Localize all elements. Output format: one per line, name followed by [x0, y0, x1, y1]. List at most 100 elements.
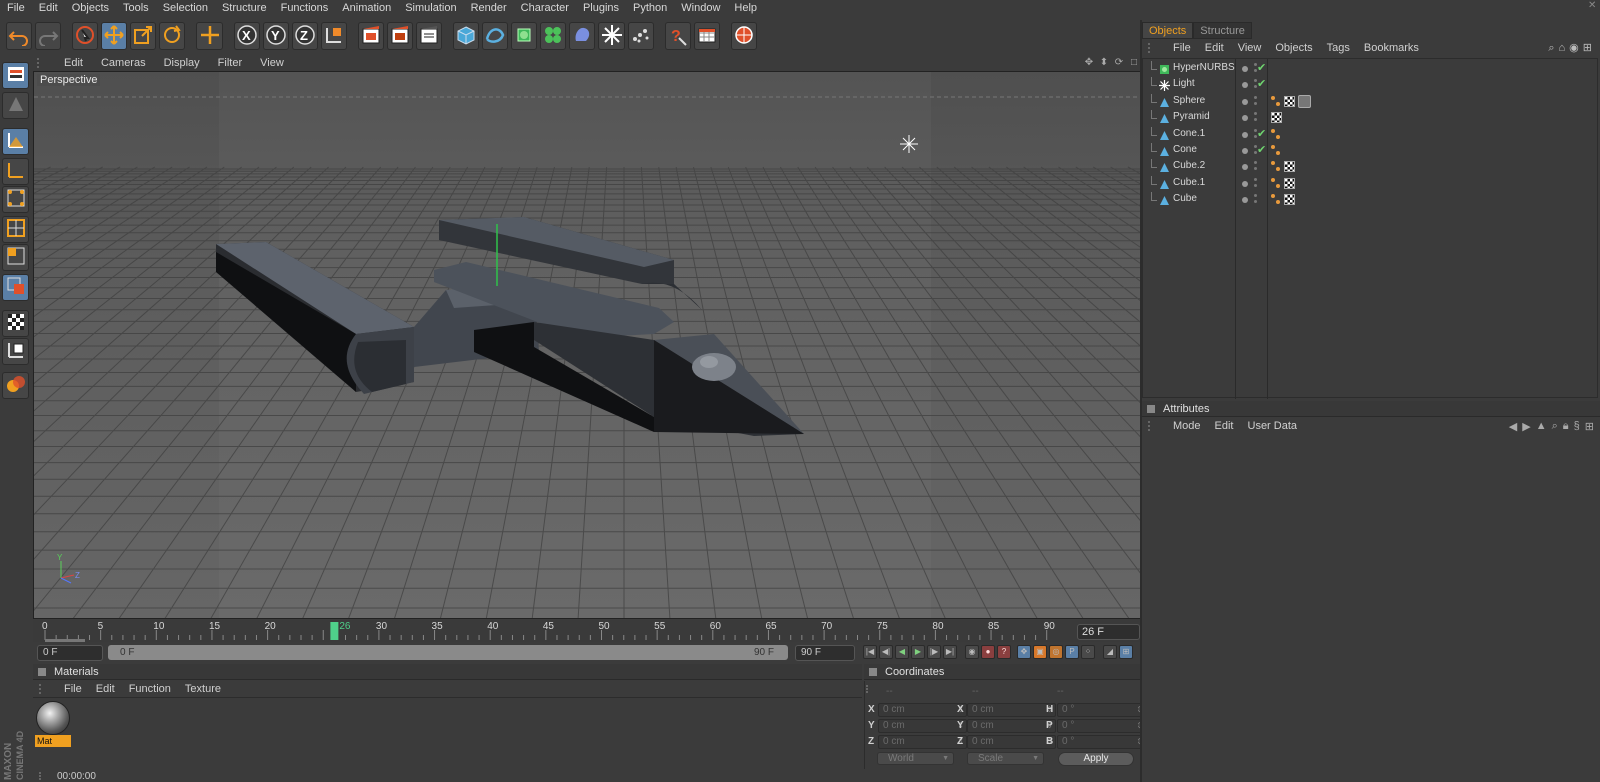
- attributes-menu-mode[interactable]: Mode: [1166, 420, 1208, 432]
- texture-tag-icon[interactable]: [1271, 112, 1282, 124]
- phong-tag-icon[interactable]: [1271, 128, 1281, 140]
- menu-tools[interactable]: Tools: [116, 0, 156, 16]
- link-icon[interactable]: §: [1574, 420, 1580, 433]
- polygons-mode-button[interactable]: [2, 244, 29, 271]
- visibility-dot[interactable]: [1242, 115, 1248, 122]
- key-pla-button[interactable]: ⁘: [1081, 645, 1095, 659]
- dolly-icon[interactable]: ⬍: [1098, 57, 1110, 69]
- object-name[interactable]: Cube.1: [1173, 177, 1205, 188]
- viewport-camera-label[interactable]: Perspective: [37, 74, 101, 86]
- attributes-menu-edit[interactable]: Edit: [1208, 420, 1241, 432]
- key-parameter-button[interactable]: P: [1065, 645, 1079, 659]
- tab-objects[interactable]: Objects: [1142, 22, 1194, 39]
- object-menu-bookmarks[interactable]: Bookmarks: [1357, 42, 1426, 54]
- record-keys-button[interactable]: ◉: [965, 645, 979, 659]
- rotation-b-field[interactable]: 0 °: [1057, 735, 1146, 749]
- subdivision-surface-button[interactable]: [511, 22, 538, 50]
- frame-range-slider[interactable]: 0 F 90 F: [108, 645, 788, 660]
- home-icon[interactable]: ⌂: [1559, 42, 1566, 54]
- key-position-button[interactable]: ✥: [1017, 645, 1031, 659]
- object-name[interactable]: HyperNURBS: [1173, 62, 1235, 73]
- viewport-canvas[interactable]: Y Z: [34, 72, 1141, 619]
- render-settings-button[interactable]: [416, 22, 443, 50]
- material-swatch[interactable]: Mat: [35, 701, 71, 749]
- cube-primitive-button[interactable]: [453, 22, 480, 50]
- texture-tag-icon[interactable]: [1284, 161, 1295, 173]
- object-name[interactable]: Cube.2: [1173, 160, 1205, 171]
- current-frame-field[interactable]: 26 F: [1077, 624, 1140, 640]
- render-visibility-dots[interactable]: [1254, 161, 1257, 165]
- workplane-button[interactable]: [2, 310, 29, 337]
- deformer-button[interactable]: [569, 22, 596, 50]
- object-row-cube[interactable]: Cube: [1143, 192, 1599, 208]
- object-row-hypernurbs[interactable]: HyperNURBS ✔: [1143, 61, 1599, 77]
- lock-icon[interactable]: 🔒︎: [1563, 420, 1569, 433]
- go-to-start-button[interactable]: |◀: [863, 645, 877, 659]
- materials-menu-texture[interactable]: Texture: [178, 683, 228, 695]
- scene-light-button[interactable]: [598, 22, 625, 50]
- object-name[interactable]: Cone.1: [1173, 128, 1205, 139]
- add-object-button[interactable]: [196, 22, 223, 50]
- tab-structure[interactable]: Structure: [1193, 22, 1252, 39]
- object-menu-tags[interactable]: Tags: [1320, 42, 1357, 54]
- snap-button[interactable]: [2, 338, 29, 365]
- timeline-button[interactable]: [693, 22, 720, 50]
- render-visibility-dots[interactable]: [1254, 177, 1257, 181]
- grip-handle[interactable]: [866, 685, 880, 693]
- size-x-field[interactable]: 0 cm: [967, 703, 1056, 717]
- visibility-dot[interactable]: [1242, 180, 1248, 187]
- coordinate-mode-dropdown[interactable]: World ▼: [877, 752, 954, 765]
- phong-tag-icon[interactable]: [1271, 161, 1281, 172]
- position-z-field[interactable]: 0 cm: [878, 735, 967, 749]
- object-name[interactable]: Pyramid: [1173, 111, 1210, 122]
- end-frame-field[interactable]: 90 F: [795, 645, 855, 661]
- menu-selection[interactable]: Selection: [156, 0, 215, 16]
- eye-icon[interactable]: ◉: [1569, 42, 1579, 54]
- render-visibility-dots[interactable]: [1254, 194, 1257, 198]
- menu-edit[interactable]: Edit: [32, 0, 65, 16]
- panel-toggle-icon[interactable]: [38, 667, 46, 676]
- render-visibility-dots[interactable]: [1254, 95, 1257, 99]
- materials-menu-edit[interactable]: Edit: [89, 683, 122, 695]
- help-button[interactable]: ?: [664, 22, 691, 50]
- object-menu-edit[interactable]: Edit: [1198, 42, 1231, 54]
- menu-plugins[interactable]: Plugins: [576, 0, 626, 16]
- redo-button[interactable]: [35, 22, 62, 50]
- phong-tag-icon[interactable]: [1271, 177, 1281, 189]
- menu-python[interactable]: Python: [626, 0, 674, 16]
- cloner-button[interactable]: [540, 22, 567, 50]
- new-window-icon[interactable]: ⊞: [1585, 420, 1594, 433]
- visibility-dot[interactable]: [1242, 82, 1248, 89]
- size-y-field[interactable]: 0 cm: [967, 719, 1056, 733]
- rotation-p-field[interactable]: 0 °: [1057, 719, 1146, 733]
- sphere-render-button[interactable]: [730, 22, 757, 50]
- texture-tag-icon[interactable]: [1284, 177, 1295, 189]
- new-window-icon[interactable]: ⊞: [1583, 42, 1592, 54]
- start-frame-field[interactable]: 0 F: [37, 645, 103, 661]
- render-visibility-dots[interactable]: [1254, 112, 1257, 116]
- enabled-checkmark-icon[interactable]: ✔: [1257, 61, 1266, 74]
- points-mode-button[interactable]: [2, 186, 29, 213]
- visibility-dot[interactable]: [1242, 164, 1248, 171]
- live-selection-button[interactable]: [72, 22, 99, 50]
- object-name[interactable]: Cone: [1173, 144, 1197, 155]
- enabled-checkmark-icon[interactable]: ✔: [1257, 143, 1266, 156]
- menu-simulation[interactable]: Simulation: [398, 0, 463, 16]
- menu-functions[interactable]: Functions: [274, 0, 336, 16]
- coordinate-system-button[interactable]: [320, 22, 347, 50]
- visibility-dot[interactable]: [1242, 148, 1248, 154]
- materials-area[interactable]: [33, 697, 862, 769]
- object-row-pyramid[interactable]: Pyramid: [1143, 110, 1599, 126]
- axis-mode-button[interactable]: [2, 158, 29, 185]
- search-icon[interactable]: ⌕: [1552, 420, 1558, 433]
- playhead[interactable]: [330, 622, 339, 640]
- menu-render[interactable]: Render: [464, 0, 514, 16]
- apply-button[interactable]: Apply: [1058, 752, 1134, 766]
- visibility-dot[interactable]: [1242, 98, 1248, 105]
- visibility-dot[interactable]: [1242, 197, 1248, 204]
- back-arrow-icon[interactable]: ◀: [1509, 420, 1517, 433]
- panel-toggle-icon[interactable]: [1147, 404, 1155, 413]
- viewport-perspective[interactable]: Y Z Perspective: [33, 71, 1141, 619]
- enabled-checkmark-icon[interactable]: ✔: [1257, 77, 1266, 90]
- scale-button[interactable]: [130, 22, 157, 50]
